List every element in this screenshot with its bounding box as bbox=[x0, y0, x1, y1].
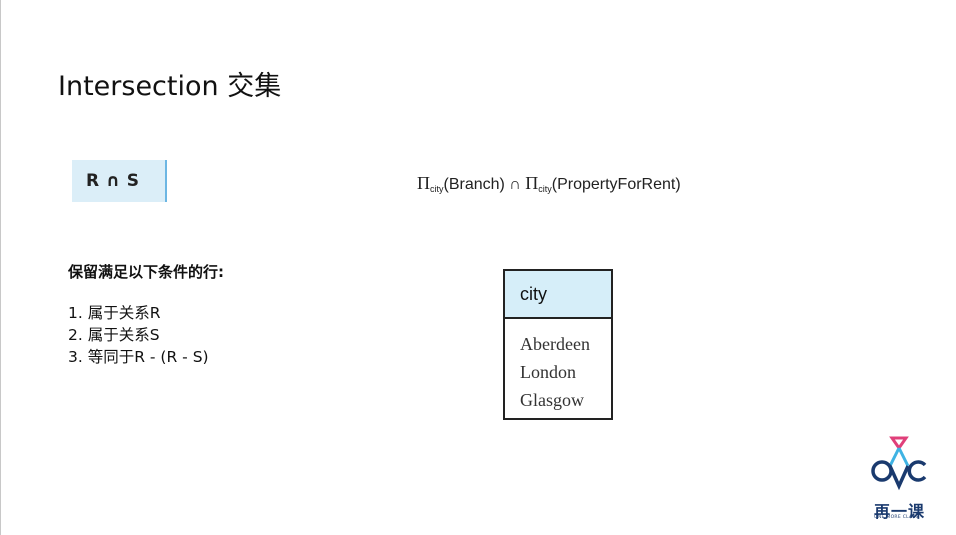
table-row: Aberdeen bbox=[520, 334, 590, 354]
table-row: Glasgow bbox=[520, 390, 584, 410]
operation-notation-box: R ∩ S bbox=[72, 160, 167, 202]
projection-attribute: city bbox=[430, 184, 444, 194]
operation-notation: R ∩ S bbox=[86, 171, 140, 191]
table-body: Aberdeen London Glasgow bbox=[505, 319, 611, 414]
logo-english-text: ONE MORE CLASS bbox=[874, 515, 919, 520]
slide-title: Intersection 交集 bbox=[58, 71, 282, 102]
relational-algebra-formula: Πcity(Branch) ∩ Πcity(PropertyForRent) bbox=[417, 173, 681, 194]
logo-loop bbox=[871, 460, 893, 482]
projection-symbol: Π bbox=[417, 173, 430, 193]
logo-c bbox=[907, 460, 927, 482]
slide-left-border bbox=[0, 0, 1, 535]
logo-stroke bbox=[897, 447, 910, 467]
relation-propertyforrent: (PropertyForRent) bbox=[551, 176, 681, 193]
conditions-list: 1. 属于关系R 2. 属于关系S 3. 等同于R - (R - S) bbox=[68, 302, 209, 368]
relation-branch: (Branch) bbox=[443, 176, 505, 193]
conditions-heading: 保留满足以下条件的行: bbox=[68, 263, 224, 281]
table-row: London bbox=[520, 362, 576, 382]
result-table: city Aberdeen London Glasgow bbox=[503, 269, 613, 420]
condition-item: 2. 属于关系S bbox=[68, 326, 160, 344]
table-header-city: city bbox=[505, 271, 611, 319]
intersection-symbol: ∩ bbox=[504, 176, 526, 193]
projection-attribute: city bbox=[538, 184, 552, 194]
condition-item: 3. 等同于R - (R - S) bbox=[68, 348, 209, 366]
projection-symbol: Π bbox=[525, 173, 539, 193]
logo-v bbox=[888, 465, 910, 491]
logo-stroke bbox=[888, 447, 901, 467]
condition-item: 1. 属于关系R bbox=[68, 304, 161, 322]
logo-triangle-icon bbox=[889, 436, 909, 451]
